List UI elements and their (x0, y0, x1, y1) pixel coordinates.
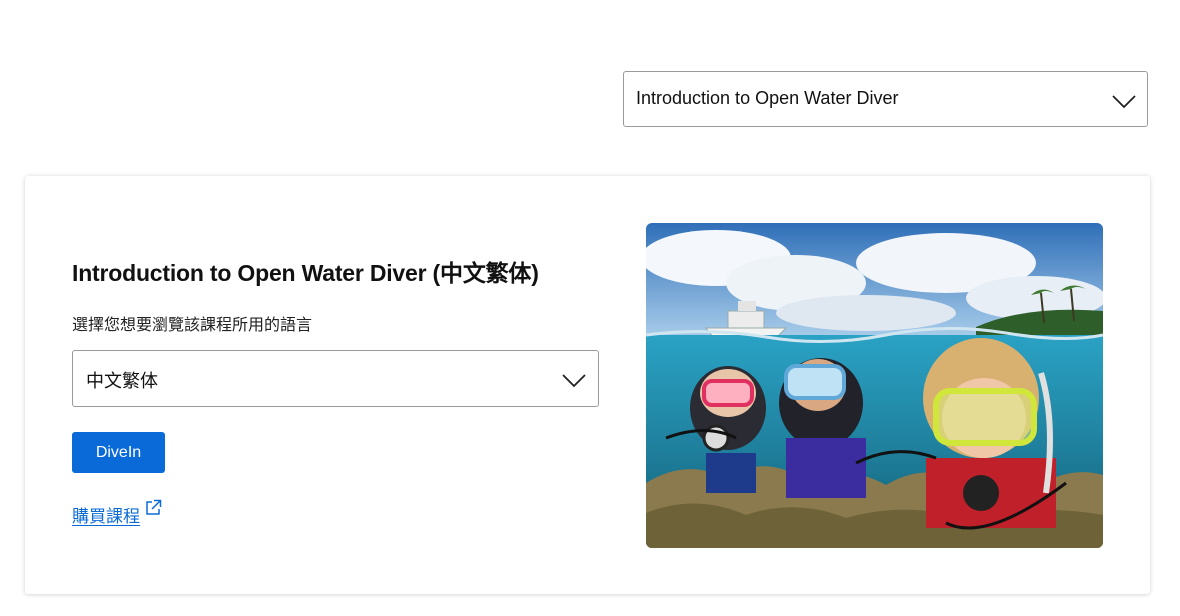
language-prompt: 選擇您想要瀏覽該課程所用的語言 (72, 317, 313, 334)
course-hero-image (646, 223, 1103, 548)
course-title: Introduction to Open Water Diver (中文繁体) (72, 260, 539, 286)
chevron-down-icon (1112, 95, 1136, 109)
external-link-icon (146, 499, 162, 515)
course-select[interactable]: Introduction to Open Water Diver (623, 71, 1148, 127)
chevron-down-icon (562, 374, 586, 388)
buy-course-label: 購買課程 (72, 507, 140, 526)
language-select-value: 中文繁体 (86, 371, 158, 391)
course-select-value: Introduction to Open Water Diver (636, 88, 899, 108)
buy-course-link[interactable]: 購買課程 (72, 499, 162, 527)
course-card: Introduction to Open Water Diver (中文繁体) … (25, 176, 1150, 594)
divein-button[interactable]: DiveIn (72, 432, 165, 473)
language-select[interactable]: 中文繁体 (72, 350, 599, 407)
